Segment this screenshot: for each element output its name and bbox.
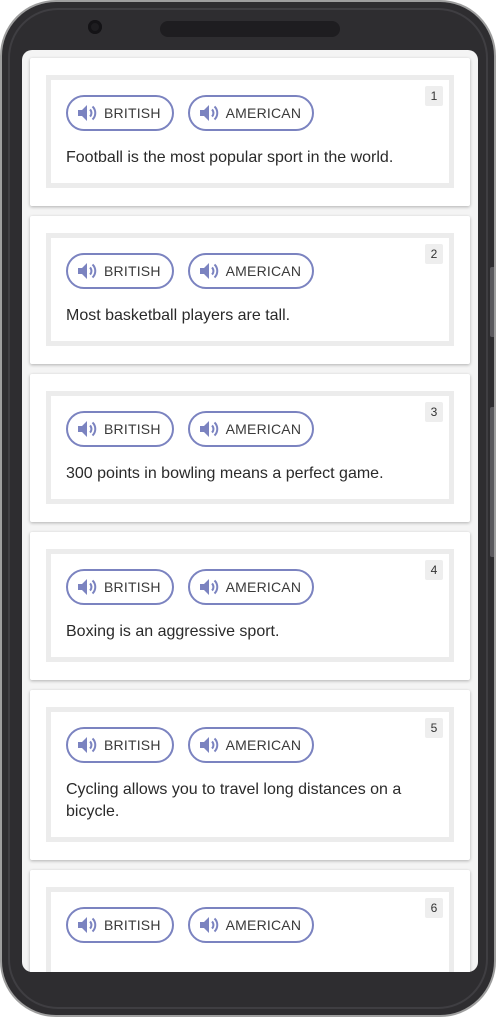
volume-button <box>490 267 494 337</box>
sentence-text: Cycling allows you to travel long distan… <box>66 781 402 820</box>
front-camera <box>88 20 102 34</box>
american-label: AMERICAN <box>225 737 302 753</box>
british-label: BRITISH <box>104 737 161 753</box>
sentence-text: 300 points in bowling means a perfect ga… <box>66 465 384 482</box>
sentence-card-inner: 3 BRITISH AMERICAN 300 points in bowling… <box>46 391 454 504</box>
british-label: BRITISH <box>104 421 161 437</box>
sentence-card-inner: 5 BRITISH AMERICAN Cycling allows you to… <box>46 707 454 842</box>
speaker-icon <box>199 579 218 595</box>
play-british-button[interactable]: BRITISH <box>66 727 174 763</box>
play-british-button[interactable]: BRITISH <box>66 253 174 289</box>
play-american-button[interactable]: AMERICAN <box>187 907 315 943</box>
sentence-number: 2 <box>425 244 443 264</box>
sentence-card-inner: 2 BRITISH AMERICAN Most basketball playe… <box>46 233 454 346</box>
audio-buttons: BRITISH AMERICAN <box>66 411 434 447</box>
sentence-card: 4 BRITISH AMERICAN Boxing is an aggressi… <box>30 532 470 680</box>
play-british-button[interactable]: BRITISH <box>66 95 174 131</box>
american-label: AMERICAN <box>225 263 302 279</box>
speaker-icon <box>199 421 218 437</box>
earpiece-speaker <box>160 21 340 37</box>
sentence-text <box>66 959 434 972</box>
play-american-button[interactable]: AMERICAN <box>187 253 315 289</box>
speaker-icon <box>78 737 97 753</box>
sentence-card: 5 BRITISH AMERICAN Cycling allows you to… <box>30 690 470 860</box>
audio-buttons: BRITISH AMERICAN <box>66 253 434 289</box>
speaker-icon <box>199 737 218 753</box>
sentence-number: 1 <box>425 86 443 106</box>
play-american-button[interactable]: AMERICAN <box>187 569 315 605</box>
sentence-text: Football is the most popular sport in th… <box>66 149 394 166</box>
speaker-icon <box>78 421 97 437</box>
sentence-card: 1 BRITISH AMERICAN Football is the most … <box>30 58 470 206</box>
speaker-icon <box>199 263 218 279</box>
audio-buttons: BRITISH AMERICAN <box>66 569 434 605</box>
play-british-button[interactable]: BRITISH <box>66 907 174 943</box>
audio-buttons: BRITISH AMERICAN <box>66 727 434 763</box>
speaker-icon <box>199 917 218 933</box>
sentence-list: 1 BRITISH AMERICAN Football is the most … <box>30 58 470 972</box>
speaker-icon <box>78 579 97 595</box>
audio-buttons: BRITISH AMERICAN <box>66 907 434 943</box>
american-label: AMERICAN <box>225 917 302 933</box>
audio-buttons: BRITISH AMERICAN <box>66 95 434 131</box>
sentence-number: 5 <box>425 718 443 738</box>
play-american-button[interactable]: AMERICAN <box>187 727 315 763</box>
phone-frame: 1 BRITISH AMERICAN Football is the most … <box>0 0 496 1017</box>
sentence-number: 4 <box>425 560 443 580</box>
sentence-text: Boxing is an aggressive sport. <box>66 623 280 640</box>
sentence-card-inner: 6 BRITISH AMERICAN <box>46 887 454 972</box>
sentence-number: 6 <box>425 898 443 918</box>
play-british-button[interactable]: BRITISH <box>66 569 174 605</box>
british-label: BRITISH <box>104 917 161 933</box>
speaker-icon <box>78 105 97 121</box>
speaker-icon <box>78 917 97 933</box>
play-british-button[interactable]: BRITISH <box>66 411 174 447</box>
sentence-card: 2 BRITISH AMERICAN Most basketball playe… <box>30 216 470 364</box>
play-american-button[interactable]: AMERICAN <box>187 95 315 131</box>
sentence-text: Most basketball players are tall. <box>66 307 291 324</box>
sentence-card: 3 BRITISH AMERICAN 300 points in bowling… <box>30 374 470 522</box>
british-label: BRITISH <box>104 105 161 121</box>
american-label: AMERICAN <box>225 579 302 595</box>
speaker-icon <box>199 105 218 121</box>
sentence-card-inner: 4 BRITISH AMERICAN Boxing is an aggressi… <box>46 549 454 662</box>
app-screen: 1 BRITISH AMERICAN Football is the most … <box>22 50 478 972</box>
british-label: BRITISH <box>104 579 161 595</box>
power-button <box>490 407 494 557</box>
sentence-number: 3 <box>425 402 443 422</box>
speaker-icon <box>78 263 97 279</box>
sentence-card: 6 BRITISH AMERICAN <box>30 870 470 972</box>
british-label: BRITISH <box>104 263 161 279</box>
play-american-button[interactable]: AMERICAN <box>187 411 315 447</box>
american-label: AMERICAN <box>225 421 302 437</box>
sentence-card-inner: 1 BRITISH AMERICAN Football is the most … <box>46 75 454 188</box>
american-label: AMERICAN <box>225 105 302 121</box>
